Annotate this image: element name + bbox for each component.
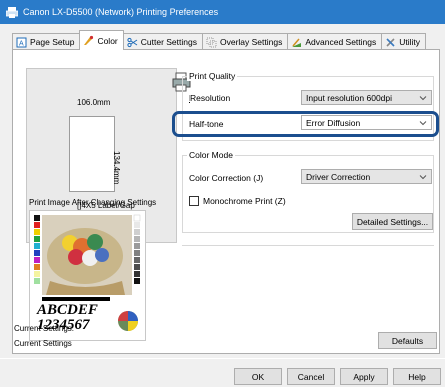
paper-sheet (69, 116, 115, 192)
color-icon (83, 35, 94, 46)
tab-advanced-settings[interactable]: Advanced Settings (287, 33, 383, 50)
status-area: Current Settings: Current Settings Defau… (12, 321, 440, 355)
color-correction-select[interactable]: Driver Correction (301, 169, 432, 184)
color-correction-value: Driver Correction (306, 171, 371, 182)
tab-color[interactable]: Color (79, 30, 124, 50)
tab-label: Advanced Settings (305, 37, 377, 47)
advanced-icon (291, 37, 302, 48)
apply-button[interactable]: Apply (340, 368, 388, 385)
window-title: Canon LX-D5500 (Network) Printing Prefer… (23, 7, 219, 17)
page-setup-icon: A (16, 37, 27, 48)
detailed-settings-button[interactable]: Detailed Settings... (352, 213, 433, 230)
sample-text-letters: ABCDEF (37, 302, 98, 318)
current-settings-value: Current Settings (14, 339, 72, 348)
dialog-footer: OK Cancel Apply Help (0, 358, 445, 387)
title-bar: Canon LX-D5500 (Network) Printing Prefer… (0, 0, 445, 24)
svg-text:A: A (19, 40, 24, 47)
tab-label: Color (97, 35, 118, 46)
current-settings-label: Current Settings: (14, 324, 75, 333)
printer-app-icon (5, 6, 19, 18)
tab-label: Overlay Settings (219, 37, 283, 47)
printing-preferences-window: Canon LX-D5500 (Network) Printing Prefer… (0, 0, 445, 387)
tab-overlay-settings[interactable]: Overlay Settings (201, 33, 289, 50)
overlay-icon (206, 37, 217, 48)
tab-cutter-settings[interactable]: Cutter Settings (122, 33, 203, 50)
color-tab-panel: 106.0mm 134.4mm []4X5 Label/Gap Print Im… (12, 49, 440, 354)
tab-strip: A Page Setup Color Cutter Settings Overl… (12, 30, 440, 50)
tab-page-setup[interactable]: A Page Setup (12, 33, 81, 50)
ok-button[interactable]: OK (234, 368, 282, 385)
resolution-label: RResolution (189, 93, 231, 103)
paper-width-label: 106.0mm (77, 98, 111, 107)
tab-utility[interactable]: Utility (381, 33, 427, 50)
monochrome-label: Monochrome Print (Z) (203, 196, 286, 206)
print-image-label: Print Image After Changing Settings (29, 198, 157, 207)
utility-icon (385, 37, 396, 48)
halftone-highlight-callout (172, 111, 439, 137)
chevron-down-icon (419, 175, 427, 180)
cancel-button[interactable]: Cancel (287, 368, 335, 385)
resolution-value: Input resolution 600dpi (306, 92, 393, 103)
tab-label: Cutter Settings (140, 37, 197, 47)
tab-label: Utility (399, 37, 421, 47)
color-correction-label: Color Correction (J) (189, 173, 264, 183)
help-button[interactable]: Help (393, 368, 441, 385)
defaults-button[interactable]: Defaults (378, 332, 437, 349)
divider (182, 245, 434, 246)
resolution-label-text: Resolution (190, 93, 231, 103)
resolution-select[interactable]: Input resolution 600dpi (301, 90, 432, 105)
print-quality-title: Print Quality (187, 71, 238, 81)
chevron-down-icon (419, 96, 427, 101)
paper-height-label: 134.4mm (112, 151, 121, 185)
tab-label: Page Setup (30, 37, 75, 47)
scissors-icon (127, 37, 138, 48)
monochrome-checkbox[interactable] (189, 196, 199, 206)
color-mode-title: Color Mode (187, 150, 235, 160)
